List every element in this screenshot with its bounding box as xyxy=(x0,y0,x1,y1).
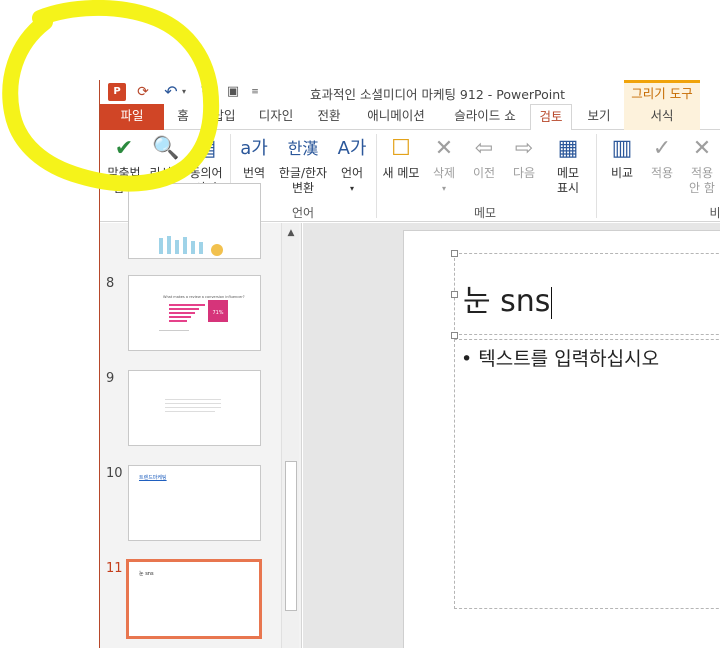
accept-button[interactable]: ✓ 적용 xyxy=(642,134,682,181)
powerpoint-logo-icon: P xyxy=(108,83,126,101)
slide-number-current: 11 xyxy=(106,561,123,576)
language-button[interactable]: A가 언어 ▾ xyxy=(332,134,372,196)
translate-label: 번역 xyxy=(242,166,266,180)
slide-thumbnail-7[interactable] xyxy=(128,183,261,259)
compare-label: 비교 xyxy=(610,166,634,180)
research-icon: 🔍 xyxy=(152,136,180,161)
language-icon: A가 xyxy=(337,138,367,159)
delete-comment-icon: ✕ xyxy=(434,136,454,161)
slide-thumbnail-8[interactable]: What makes a review a conversion influen… xyxy=(128,275,261,351)
slide-editing-area: 눈 sns • 텍스트를 입력하십시오 xyxy=(303,223,720,648)
slide-thumbnails-pane: 8 What makes a review a conversion influ… xyxy=(100,183,302,648)
slide-number: 9 xyxy=(106,371,115,386)
show-comments-label: 메모 표시 xyxy=(556,166,580,195)
text-caret xyxy=(551,286,553,319)
new-comment-button[interactable]: ☐ 새 메모 xyxy=(378,134,424,181)
title-placeholder[interactable]: 눈 sns xyxy=(451,250,720,339)
resize-handle[interactable] xyxy=(451,332,458,339)
slide-number: 8 xyxy=(106,276,115,291)
resize-handle[interactable] xyxy=(451,250,458,257)
delete-dropdown-icon: ▾ xyxy=(441,184,446,193)
previous-comment-label: 이전 xyxy=(472,166,496,180)
language-dropdown-icon: ▾ xyxy=(349,184,354,193)
research-button[interactable]: 🔍 리서치 xyxy=(144,134,188,181)
tab-home[interactable]: 홈 xyxy=(164,104,202,130)
hanja-conversion-button[interactable]: 한漢 한글/한자 변환 xyxy=(276,134,330,196)
delete-comment-button[interactable]: ✕ 삭제 ▾ xyxy=(424,134,464,196)
slide-8-title: What makes a review a conversion influen… xyxy=(163,295,245,299)
new-comment-label: 새 메모 xyxy=(382,166,420,180)
research-label: 리서치 xyxy=(149,166,183,180)
language-label: 언어 xyxy=(340,166,364,180)
slide-7-chart-graphic xyxy=(159,236,223,256)
tab-animations[interactable]: 애니메이션 xyxy=(352,104,440,130)
powerpoint-window: P ⟳ ↶ ▾ ↻ ▣ ≡ 효과적인 소셜미디어 마케팅 912 - Power… xyxy=(100,80,720,648)
undo-dropdown-icon[interactable]: ▾ xyxy=(180,83,188,101)
hanja-label: 한글/한자 변환 xyxy=(278,166,328,195)
tab-slideshow[interactable]: 슬라이드 쇼 xyxy=(440,104,530,130)
slide-11-title: 눈 sns xyxy=(139,571,154,577)
slide-title-value: 눈 sns xyxy=(463,284,551,319)
start-slideshow-icon[interactable]: ▣ xyxy=(224,83,242,101)
tab-transitions[interactable]: 전환 xyxy=(306,104,352,130)
show-comments-icon: ▦ xyxy=(557,136,579,161)
tab-design[interactable]: 디자인 xyxy=(246,104,306,130)
redo-icon[interactable]: ↻ xyxy=(198,83,216,101)
previous-comment-button[interactable]: ⇦ 이전 xyxy=(464,134,504,181)
slide-8-chart-graphic: What makes a review a conversion influen… xyxy=(159,295,245,331)
content-placeholder[interactable]: • 텍스트를 입력하십시오 xyxy=(454,339,720,609)
resize-handle[interactable] xyxy=(451,291,458,298)
thesaurus-icon: ▤ xyxy=(195,136,217,161)
tab-view[interactable]: 보기 xyxy=(576,104,622,130)
drawing-tools-context-label: 그리기 도구 xyxy=(624,80,700,106)
compare-button[interactable]: ▥ 비교 xyxy=(602,134,642,181)
thumbnails-scrollbar[interactable]: ▲ xyxy=(281,223,299,648)
slide-title-text[interactable]: 눈 sns xyxy=(463,276,553,320)
current-slide: 눈 sns • 텍스트를 입력하십시오 xyxy=(403,230,720,648)
previous-comment-icon: ⇦ xyxy=(474,136,494,161)
slide-8-badge: 71% xyxy=(212,310,223,316)
content-placeholder-text[interactable]: • 텍스트를 입력하십시오 xyxy=(461,344,659,371)
accept-icon: ✓ xyxy=(652,136,672,161)
slide-thumbnail-9[interactable] xyxy=(128,370,261,446)
next-comment-button[interactable]: ⇨ 다음 xyxy=(504,134,544,181)
tab-insert[interactable]: 삽입 xyxy=(202,104,246,130)
new-comment-icon: ☐ xyxy=(391,136,411,161)
slide-9-text-graphic xyxy=(165,399,221,412)
undo-icon[interactable]: ↶ xyxy=(162,83,180,101)
comments-group-label: 메모 xyxy=(473,206,497,220)
next-comment-label: 다음 xyxy=(512,166,536,180)
group-divider xyxy=(596,134,597,218)
spellcheck-icon: ✔ xyxy=(114,136,134,161)
scrollbar-thumb[interactable] xyxy=(285,461,297,611)
tab-review[interactable]: 검토 xyxy=(530,104,572,131)
ribbon-tabs: 파일 홈 삽입 디자인 전환 애니메이션 슬라이드 쇼 검토 보기 서식 xyxy=(100,104,720,131)
compare-icon: ▥ xyxy=(611,136,633,161)
reject-icon: ✕ xyxy=(692,136,712,161)
group-divider xyxy=(376,134,377,218)
compare-group-label: 비 xyxy=(709,206,720,220)
accept-label: 적용 xyxy=(650,166,674,180)
title-bar: P ⟳ ↶ ▾ ↻ ▣ ≡ 효과적인 소셜미디어 마케팅 912 - Power… xyxy=(100,80,720,106)
next-comment-icon: ⇨ xyxy=(514,136,534,161)
translate-icon: a가 xyxy=(240,138,268,159)
scroll-up-icon[interactable]: ▲ xyxy=(282,225,300,241)
tab-format[interactable]: 서식 xyxy=(624,104,700,130)
delete-comment-label: 삭제 xyxy=(432,166,456,180)
tab-file[interactable]: 파일 xyxy=(100,104,164,130)
save-icon[interactable]: ⟳ xyxy=(134,83,152,101)
slide-thumbnail-10[interactable]: 트렌드마케팅 xyxy=(128,465,261,541)
reject-label: 적용 안 함 xyxy=(689,166,715,195)
window-title: 효과적인 소셜미디어 마케팅 912 - PowerPoint xyxy=(310,87,566,102)
customize-qat-icon[interactable]: ≡ xyxy=(250,83,260,101)
hanja-icon: 한漢 xyxy=(287,139,319,158)
show-comments-button[interactable]: ▦ 메모 표시 xyxy=(548,134,588,196)
slide-number: 10 xyxy=(106,466,123,481)
reject-button[interactable]: ✕ 적용 안 함 xyxy=(682,134,720,196)
slide-10-title: 트렌드마케팅 xyxy=(139,475,167,481)
slide-thumbnail-11[interactable]: 눈 sns xyxy=(126,559,262,639)
